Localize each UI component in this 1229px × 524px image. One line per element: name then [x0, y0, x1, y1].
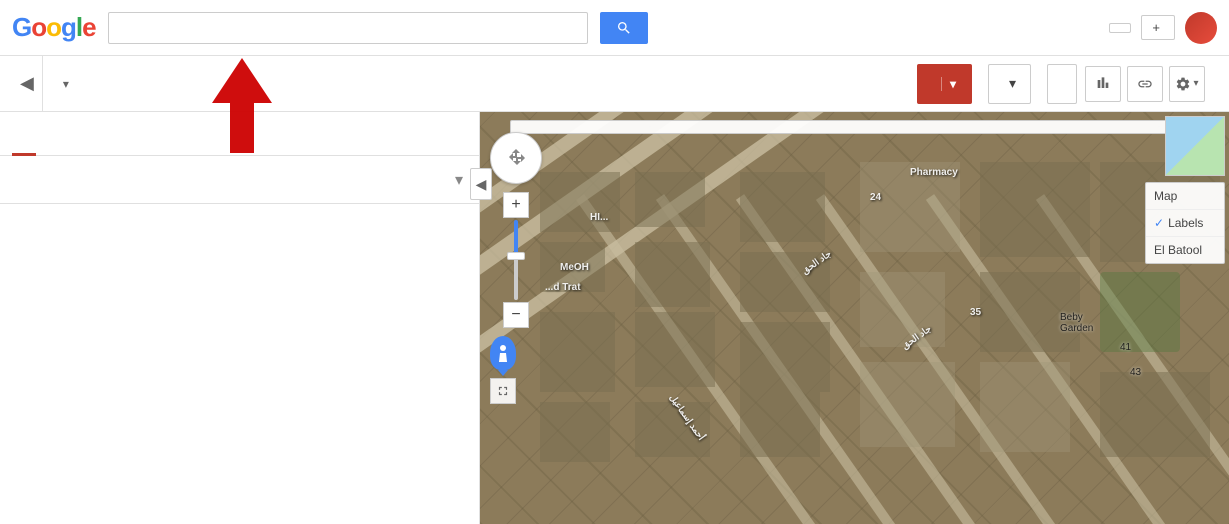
stats-expand-arrow[interactable]: ▾	[455, 170, 463, 190]
share-icon: +	[1152, 20, 1160, 35]
left-panel: ▾	[0, 112, 480, 524]
edit-button[interactable]: ▾	[988, 64, 1031, 104]
pegman-button[interactable]	[490, 336, 516, 370]
gear-dropdown-arrow: ▾	[1193, 78, 1198, 89]
bar-chart-button[interactable]	[1085, 66, 1121, 102]
tab-in-review[interactable]	[68, 112, 92, 156]
layer-map-label: Map	[1154, 189, 1177, 203]
map-label-3: ...d Trat	[545, 282, 581, 293]
notification-button[interactable]	[1109, 23, 1131, 33]
main-content: ▾ ◀	[0, 112, 1229, 524]
collapse-panel-button[interactable]: ◀	[12, 56, 43, 111]
layer-map[interactable]: Map	[1146, 183, 1224, 210]
share-button[interactable]: +	[1141, 15, 1175, 40]
toolbar: ◀ ▾ ▾ ▾	[0, 56, 1229, 112]
zoom-slider[interactable]	[514, 220, 518, 300]
map-label-43: 43	[1130, 367, 1141, 378]
map-layers-panel: Map ✓ Labels El Batool	[1145, 182, 1225, 264]
toolbar-right: ▾	[1085, 66, 1205, 102]
bar-chart-icon	[1095, 76, 1111, 92]
tab-everything[interactable]	[12, 112, 36, 156]
map-controls: + −	[490, 132, 542, 404]
add-new-button[interactable]: ▾	[917, 64, 972, 104]
map-label-1: HI...	[590, 212, 608, 223]
avatar[interactable]	[1185, 12, 1217, 44]
fullscreen-icon	[496, 384, 510, 398]
layer-elbatool-label: El Batool	[1154, 243, 1202, 257]
layer-labels[interactable]: ✓ Labels	[1146, 210, 1224, 237]
mini-map[interactable]	[1165, 116, 1225, 176]
header: Google +	[0, 0, 1229, 56]
layer-labels-check: ✓	[1154, 216, 1164, 230]
map-label-35: 35	[970, 307, 981, 318]
zoom-controls: + −	[490, 192, 542, 328]
search-button[interactable]	[600, 12, 648, 44]
navigation-wheel[interactable]	[490, 132, 542, 184]
layer-labels-label: Labels	[1168, 216, 1203, 230]
map-label-24: 24	[870, 192, 881, 203]
search-input[interactable]	[115, 19, 573, 36]
map-label-garden: BebyGarden	[1060, 312, 1093, 334]
header-right: +	[1109, 12, 1217, 44]
map-label-pharmacy: Pharmacy	[910, 167, 958, 178]
zoom-out-button[interactable]: −	[503, 302, 529, 328]
stats-bar: ▾	[0, 156, 479, 204]
breadcrumb	[510, 120, 1179, 134]
pegman-icon	[496, 344, 510, 362]
tab-reviewed[interactable]	[40, 112, 64, 156]
link-button[interactable]	[1127, 66, 1163, 102]
search-bar	[108, 12, 588, 44]
map-label-41: 41	[1120, 342, 1131, 353]
panel-collapse-button[interactable]: ◀	[470, 168, 492, 200]
gear-icon	[1175, 76, 1191, 92]
tabs-bar	[0, 112, 479, 156]
google-logo: Google	[12, 12, 96, 43]
map-background: HI... MeOH ...d Trat Pharmacy BebyGarden…	[480, 112, 1229, 524]
fullscreen-button[interactable]	[490, 378, 516, 404]
zoom-in-button[interactable]: +	[503, 192, 529, 218]
add-new-dropdown-arrow[interactable]: ▾	[941, 77, 956, 91]
search-icon	[616, 20, 632, 36]
map-area[interactable]: HI... MeOH ...d Trat Pharmacy BebyGarden…	[480, 112, 1229, 524]
browse-button[interactable]	[1047, 64, 1077, 104]
layer-elbatool[interactable]: El Batool	[1146, 237, 1224, 263]
link-icon	[1137, 76, 1153, 92]
map-label-2: MeOH	[560, 262, 589, 273]
activities-dropdown-arrow[interactable]: ▾	[63, 77, 69, 91]
edit-dropdown-arrow: ▾	[1009, 75, 1016, 92]
pan-icon	[504, 146, 528, 170]
gear-button[interactable]: ▾	[1169, 66, 1205, 102]
